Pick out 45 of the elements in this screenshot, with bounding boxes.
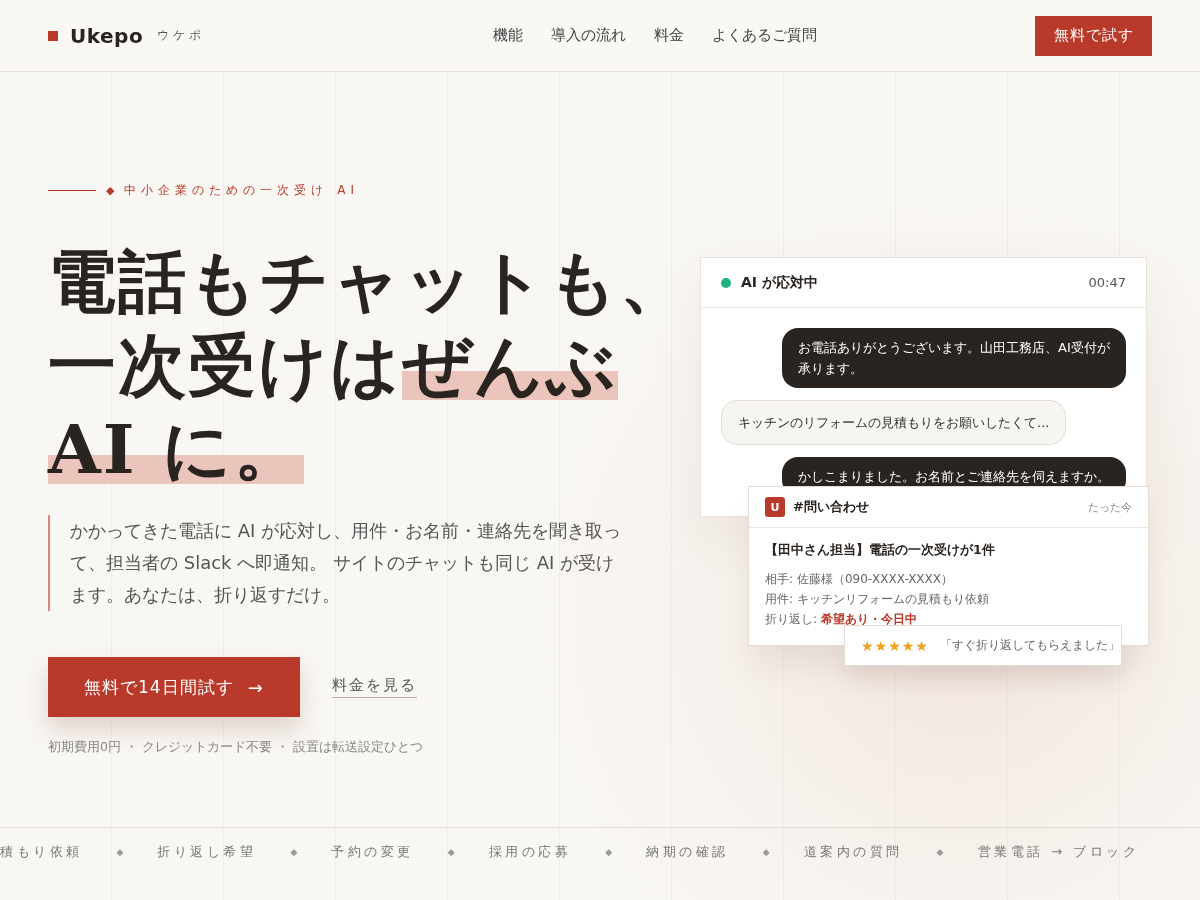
lead-paragraph: かかってきた電話に AI が応対し、用件・お名前・連絡先を聞き取って、担当者の Slack へ即通知。 サイトのチャットも同じ AI が受けます。あなたは、折り返すだけ。	[48, 515, 630, 611]
ticker-item: 折り返し希望	[157, 843, 257, 861]
ticker-item: 道案内の質問	[803, 843, 903, 861]
ai-message: お電話ありがとうございます。山田工務店、AI受付が承ります。	[782, 328, 1126, 388]
review-quote: 「すぐ折り返してもらえました」	[939, 637, 1120, 654]
star-icon: ★	[861, 637, 874, 654]
notification-field: 相手: 佐藤様（090-XXXX-XXXX）	[765, 569, 1132, 589]
caller-message: キッチンのリフォームの見積もりをお願いしたくて...	[721, 400, 1067, 445]
ticker-item: 採用の応募	[488, 843, 572, 861]
pricing-link[interactable]: 料金を見る	[331, 676, 417, 698]
headline: 電話もチャットも、 一次受けはぜんぶ AI に。	[48, 240, 648, 491]
notes-text: 初期費用0円 ・ クレジットカード不要 ・ 設置は転送設定ひとつ	[48, 739, 424, 756]
star-icon: ★	[901, 637, 915, 654]
notification-time: たった今	[1088, 499, 1132, 515]
eyebrow-text: 中小企業のための一次受け AI	[124, 182, 360, 199]
ticker-item: 営業電話 → ブロック	[977, 843, 1140, 861]
channel-name: #問い合わせ	[793, 498, 870, 516]
diamond-icon: ◆	[106, 184, 115, 197]
separator-icon: ◆	[762, 847, 770, 857]
star-icon: ★	[888, 637, 901, 654]
separator-icon: ◆	[290, 847, 298, 857]
ticker-item: 積もり依頼	[0, 843, 83, 861]
call-timer: 00:47	[1088, 275, 1126, 290]
ticker-item: 予約の変更	[331, 843, 414, 861]
free-trial-button[interactable]: 無料で試す	[1035, 15, 1152, 56]
avatar: U	[765, 497, 785, 517]
ticker-item: 納期の確認	[646, 843, 729, 861]
logo-icon	[48, 30, 58, 41]
notification-field: 用件: キッチンリフォームの見積もり依頼	[765, 589, 1132, 609]
notification-field: 折り返し: 希望あり・今日中	[765, 609, 1132, 629]
separator-icon: ◆	[936, 847, 944, 857]
star-icon: ★	[874, 637, 888, 654]
trial-button[interactable]: 無料で14日間試す →	[48, 657, 300, 717]
nav-link[interactable]: 導入の流れ	[551, 26, 627, 45]
nav-link[interactable]: 機能	[493, 26, 524, 45]
logo[interactable]: Ukepo	[70, 23, 144, 48]
notification-title: 【田中さん担当】電話の一次受けが1件	[765, 542, 996, 559]
nav-link[interactable]: 料金	[654, 26, 685, 45]
separator-icon: ◆	[116, 847, 124, 857]
nav-link[interactable]: よくあるご質問	[712, 26, 818, 45]
star-icon: ★	[915, 637, 928, 654]
separator-icon: ◆	[447, 847, 455, 857]
call-status: AI が応対中	[741, 273, 819, 292]
logo-kana: ウケポ	[157, 27, 206, 44]
separator-icon: ◆	[605, 847, 613, 857]
